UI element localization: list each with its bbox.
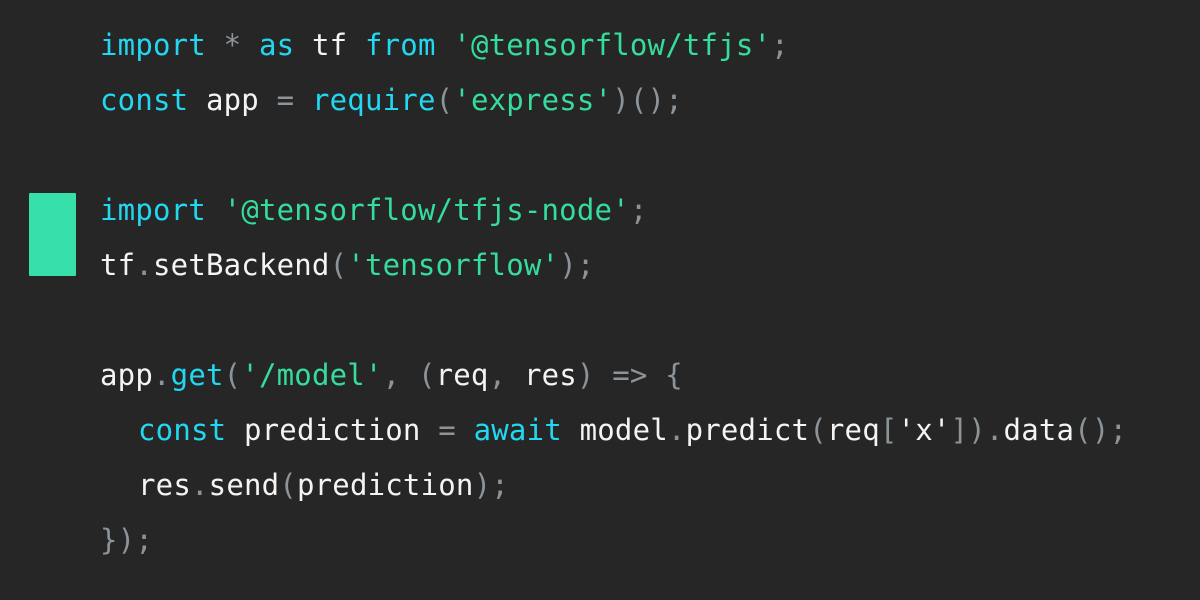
code-line: const prediction = await model.predict(r… [0, 403, 1200, 458]
code-token-plain: prediction [243, 413, 421, 447]
code-token-plain: setBackend [153, 248, 330, 282]
code-token-punc: => [612, 358, 648, 392]
code-token-punc: ; [629, 193, 648, 227]
code-token-punc: ) [576, 358, 595, 392]
code-token-str: '@tensorflow/tfjs-node' [223, 193, 630, 227]
code-token-punc: = [276, 83, 295, 117]
code-token-punc: ( [279, 468, 297, 502]
code-token-plain: prediction [296, 468, 474, 502]
code-token-punc: ( [329, 248, 348, 282]
code-token-punc: () [1074, 413, 1110, 447]
code-line: res.send(prediction); [0, 458, 1200, 513]
code-token-punc: )() [612, 83, 666, 117]
code-token-punc: ) [968, 413, 986, 447]
code-token-kw: const [100, 83, 189, 117]
code-token-punc: . [152, 358, 171, 392]
code-token-plain: model [579, 413, 668, 447]
code-token-punc: ( [417, 358, 436, 392]
code-token-plain: tf [100, 248, 136, 282]
code-token-kw: import [100, 28, 206, 62]
line-highlight-marker [29, 193, 76, 276]
code-token-plain: send [208, 468, 280, 502]
code-token-plain: tf [311, 28, 348, 62]
code-token-punc: ) [559, 248, 577, 282]
code-token-punc: ( [223, 358, 242, 392]
code-token-punc: ) [473, 468, 492, 502]
code-token-plain: app [205, 83, 259, 117]
code-line: tf.setBackend('tensorflow'); [0, 238, 1200, 293]
code-token-str: '@tensorflow/tfjs' [453, 28, 772, 62]
code-token-kw: as [258, 28, 295, 62]
code-token-str: 'tensorflow' [347, 248, 560, 282]
code-token-plain: res [138, 468, 191, 502]
code-token-punc: ; [576, 248, 595, 282]
code-token-punc: { [665, 358, 683, 392]
code-token-punc: ( [435, 83, 454, 117]
code-token-plain: req [435, 358, 489, 392]
code-token-punc: ; [771, 28, 789, 62]
code-token-str: 'express' [453, 83, 613, 117]
code-token-punc: ; [1109, 413, 1128, 447]
code-token-plain: req [826, 413, 880, 447]
code-screenshot: import * as tf from '@tensorflow/tfjs'; c… [0, 0, 1200, 600]
code-token-punc: , [488, 358, 507, 392]
code-token-kw: import [100, 193, 206, 227]
code-line: import * as tf from '@tensorflow/tfjs'; [0, 18, 1200, 73]
code-token-kw: from [364, 28, 436, 62]
code-token-punc: . [190, 468, 209, 502]
code-line: import '@tensorflow/tfjs-node'; [0, 183, 1200, 238]
code-token-plain: data [1003, 413, 1075, 447]
code-token-punc: ; [665, 83, 683, 117]
code-token-kw: const [138, 413, 227, 447]
code-token-plain: app [100, 358, 153, 392]
code-token-plain: predict [685, 413, 810, 447]
code-token-punc: ; [491, 468, 509, 502]
code-token-punc: , [382, 358, 401, 392]
code-token-fn: get [170, 358, 224, 392]
code-token-plain: 'x' [897, 413, 951, 447]
code-token-punc: ( [809, 413, 827, 447]
code-token-punc: [ [879, 413, 898, 447]
code-token-punc: . [135, 248, 153, 282]
code-token-punc: = [438, 413, 456, 447]
code-token-kw: await [473, 413, 562, 447]
code-token-punc: . [667, 413, 686, 447]
code-token-punc: . [985, 413, 1004, 447]
code-token-fn: require [311, 83, 436, 117]
code-block[interactable]: import * as tf from '@tensorflow/tfjs'; c… [0, 0, 1200, 600]
code-token-punc: ] [950, 413, 969, 447]
code-line: }); [0, 513, 1200, 568]
code-token-punc: * [223, 28, 242, 62]
code-line: app.get('/model', (req, res) => { [0, 348, 1200, 403]
code-token-plain: res [523, 358, 577, 392]
code-token-str: '/model' [241, 358, 383, 392]
code-token-punc: }); [100, 523, 153, 557]
code-line: const app = require('express')(); [0, 73, 1200, 128]
